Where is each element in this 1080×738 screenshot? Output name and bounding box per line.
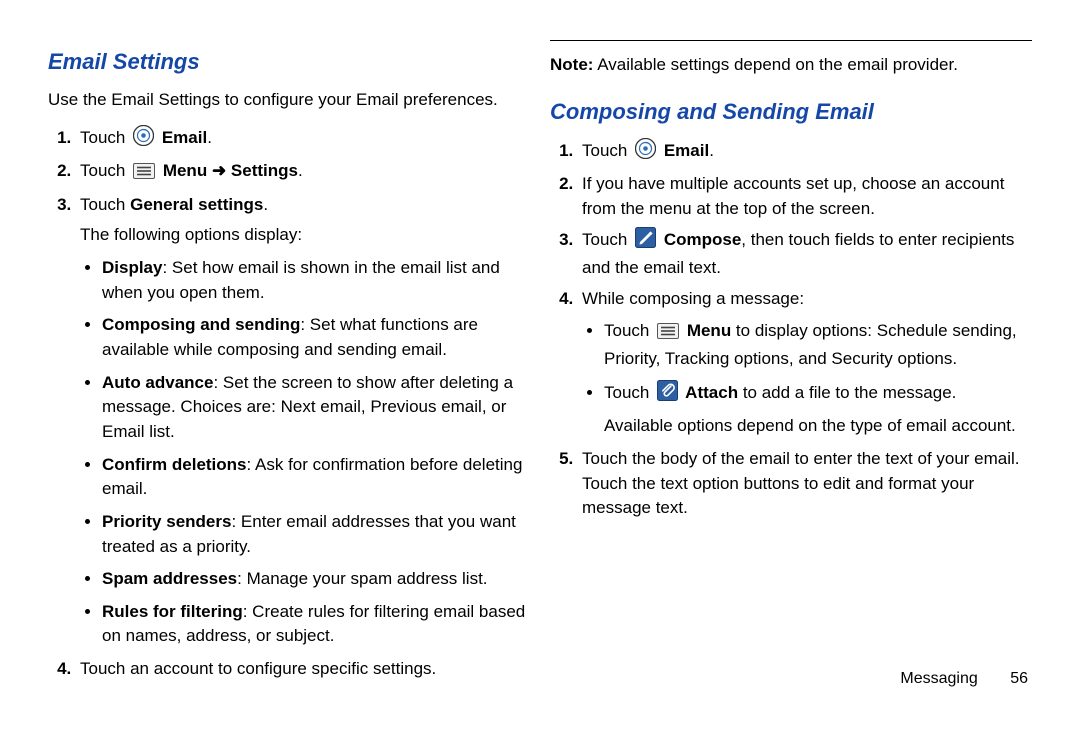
rstep-3-pre: Touch bbox=[582, 230, 632, 249]
composing-steps: Touch Email. If you have multiple accoun… bbox=[550, 138, 1032, 521]
step-2-pre: Touch bbox=[80, 161, 130, 180]
opt-rules-bold: Rules for filtering bbox=[102, 602, 243, 621]
opt-confirm-deletions: Confirm deletions: Ask for confirmation … bbox=[102, 453, 530, 502]
heading-email-settings: Email Settings bbox=[48, 46, 530, 78]
step-3-sub: The following options display: bbox=[80, 223, 530, 248]
rstep-1-suf: . bbox=[709, 141, 714, 160]
cb-menu-pre: Touch bbox=[604, 321, 654, 340]
step-3: Touch General settings. The following op… bbox=[76, 193, 530, 649]
intro-text: Use the Email Settings to configure your… bbox=[48, 88, 530, 113]
step-1-pre: Touch bbox=[80, 128, 130, 147]
compose-sub-bullets: Touch Menu to display options: Schedule … bbox=[582, 319, 1032, 439]
rstep-4: While composing a message: Touch Menu to… bbox=[578, 287, 1032, 439]
rstep-5: Touch the body of the email to enter the… bbox=[578, 447, 1032, 521]
step-1-bold: Email bbox=[157, 128, 207, 147]
note-bold: Note: bbox=[550, 55, 593, 74]
opt-display-bold: Display bbox=[102, 258, 162, 277]
opt-spam-rest: : Manage your spam address list. bbox=[237, 569, 487, 588]
general-settings-options: Display: Set how email is shown in the e… bbox=[80, 256, 530, 649]
rstep-1-pre: Touch bbox=[582, 141, 632, 160]
step-2-suf: . bbox=[298, 161, 303, 180]
opt-priority-senders: Priority senders: Enter email addresses … bbox=[102, 510, 530, 559]
cb-attach-sub: Available options depend on the type of … bbox=[604, 414, 1032, 439]
opt-display: Display: Set how email is shown in the e… bbox=[102, 256, 530, 305]
right-column: Note: Available settings depend on the e… bbox=[550, 40, 1032, 688]
step-3-bold: General settings bbox=[130, 195, 263, 214]
heading-composing: Composing and Sending Email bbox=[550, 96, 1032, 128]
opt-spam-addresses: Spam addresses: Manage your spam address… bbox=[102, 567, 530, 592]
note: Note: Available settings depend on the e… bbox=[550, 53, 1032, 78]
email-icon bbox=[635, 138, 656, 167]
rstep-3-bold: Compose bbox=[659, 230, 741, 249]
opt-priority-bold: Priority senders bbox=[102, 512, 231, 531]
note-rest: Available settings depend on the email p… bbox=[593, 55, 958, 74]
rstep-3: Touch Compose, then touch fields to ente… bbox=[578, 227, 1032, 280]
step-2-arrow: ➜ bbox=[212, 161, 231, 180]
opt-confirm-bold: Confirm deletions bbox=[102, 455, 247, 474]
step-2-menu: Menu bbox=[158, 161, 212, 180]
left-column: Email Settings Use the Email Settings to… bbox=[48, 40, 530, 688]
cb-menu: Touch Menu to display options: Schedule … bbox=[604, 319, 1032, 371]
opt-display-rest: : Set how email is shown in the email li… bbox=[102, 258, 500, 302]
compose-icon bbox=[635, 227, 656, 256]
footer: Messaging 56 bbox=[900, 667, 1028, 690]
rstep-1: Touch Email. bbox=[578, 138, 1032, 167]
cb-attach-pre: Touch bbox=[604, 383, 654, 402]
opt-rules-filtering: Rules for filtering: Create rules for fi… bbox=[102, 600, 530, 649]
email-icon bbox=[133, 125, 154, 154]
rstep-4-text: While composing a message: bbox=[582, 289, 804, 308]
step-2: Touch Menu ➜ Settings. bbox=[76, 159, 530, 187]
opt-auto-advance-bold: Auto advance bbox=[102, 373, 213, 392]
opt-composing: Composing and sending: Set what function… bbox=[102, 313, 530, 362]
footer-section: Messaging bbox=[900, 670, 977, 687]
email-settings-steps: Touch Email. Touch Menu ➜ Settings. Touc… bbox=[48, 125, 530, 682]
step-4: Touch an account to configure specific s… bbox=[76, 657, 530, 682]
step-2-settings: Settings bbox=[231, 161, 298, 180]
cb-attach-rest: to add a file to the message. bbox=[738, 383, 956, 402]
opt-spam-bold: Spam addresses bbox=[102, 569, 237, 588]
step-3-pre: Touch bbox=[80, 195, 130, 214]
cb-attach: Touch Attach to add a file to the messag… bbox=[604, 380, 1032, 439]
opt-composing-bold: Composing and sending bbox=[102, 315, 300, 334]
attach-icon bbox=[657, 380, 678, 409]
rstep-2: If you have multiple accounts set up, ch… bbox=[578, 172, 1032, 221]
rstep-1-bold: Email bbox=[659, 141, 709, 160]
opt-auto-advance: Auto advance: Set the screen to show aft… bbox=[102, 371, 530, 445]
step-3-suf: . bbox=[263, 195, 268, 214]
cb-menu-bold: Menu bbox=[682, 321, 731, 340]
cb-attach-bold: Attach bbox=[681, 383, 738, 402]
menu-icon bbox=[133, 162, 155, 187]
menu-icon bbox=[657, 322, 679, 347]
step-1-suf: . bbox=[207, 128, 212, 147]
step-1: Touch Email. bbox=[76, 125, 530, 154]
footer-page: 56 bbox=[1010, 670, 1028, 687]
